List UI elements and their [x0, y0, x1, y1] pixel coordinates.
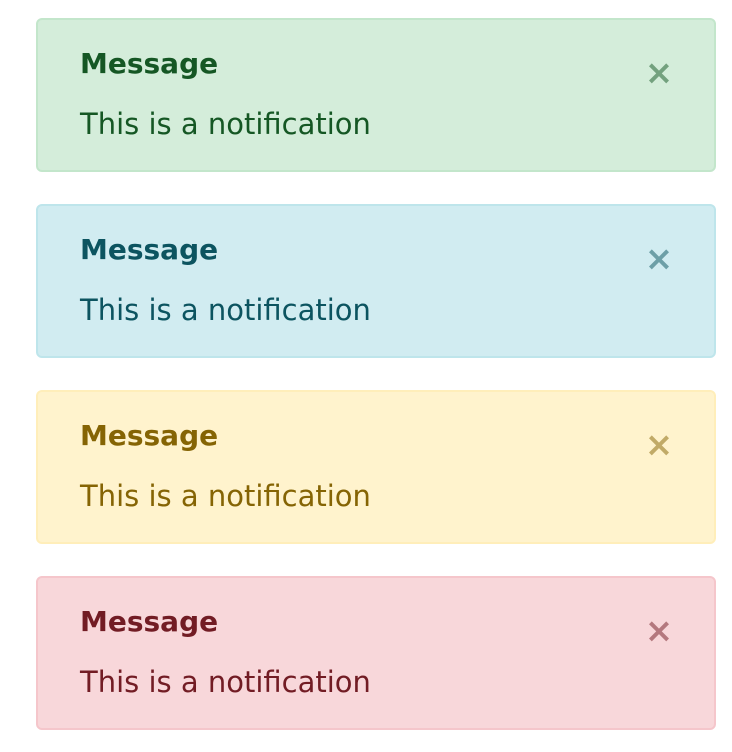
close-icon[interactable]: × [642, 56, 676, 90]
alert-title: Message [80, 419, 219, 452]
alert-message: This is a notification [80, 107, 371, 141]
alert-success: Message This is a notification × [36, 18, 716, 172]
close-icon[interactable]: × [642, 428, 676, 462]
alert-message: This is a notification [80, 479, 371, 513]
close-icon[interactable]: × [642, 242, 676, 276]
alert-info: Message This is a notification × [36, 204, 716, 358]
alert-title: Message [80, 605, 219, 638]
close-icon[interactable]: × [642, 614, 676, 648]
alert-message: This is a notification [80, 665, 371, 699]
alert-title: Message [80, 47, 219, 80]
alert-message: This is a notification [80, 293, 371, 327]
alert-danger: Message This is a notification × [36, 576, 716, 730]
alert-title: Message [80, 233, 219, 266]
alert-warning: Message This is a notification × [36, 390, 716, 544]
